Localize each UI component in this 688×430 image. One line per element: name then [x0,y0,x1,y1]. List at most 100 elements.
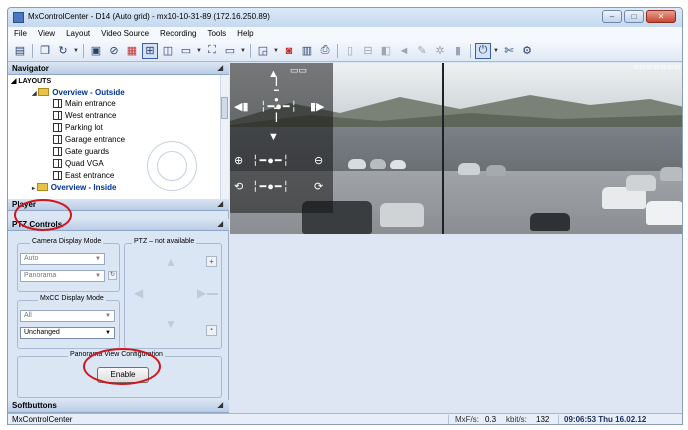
pan-down-icon[interactable]: ▼ [165,317,177,331]
settings-icon[interactable]: ⚙ [519,43,535,59]
layout-icon [53,99,62,108]
ptz-overlay: ▲ ▭▭ ◀▮ ╎━●━╎ ▮▶ ┃ ━ ● ━ ┃ ▼ ⊕ ╎━●━╎ ⊖ ⟲ ╎━●… [230,63,333,213]
pin-icon[interactable]: ◢ [218,199,223,211]
overlay-rotate-slider-icon[interactable]: ╎━●━╎ [252,180,290,193]
overlay-down-icon[interactable]: ▼ [268,131,279,143]
fullscreen-icon[interactable]: ⛶ [204,43,220,59]
pin-icon[interactable]: ◢ [218,63,223,75]
image-icon[interactable]: ▣ [88,43,104,59]
calendar-icon[interactable]: ▥ [299,43,315,59]
car-shape [660,167,682,181]
navigator-scrollbar[interactable] [220,75,229,199]
folder-icon [36,183,48,191]
layout-red-icon[interactable]: ▦ [124,43,140,59]
tree-group-inside[interactable]: ▸ Overview - Inside [32,182,117,193]
car-shape [348,159,366,169]
maximize-button[interactable]: □ [624,10,644,23]
refresh-icon[interactable]: ↻ [55,43,71,59]
status-bar: MxControlCenter MxF/s: 0.3 kbit/s: 132 0… [8,413,682,424]
overlay-tilt-slider-icon[interactable]: ┃ ━ ● ━ ┃ [274,77,279,122]
minimize-button[interactable]: – [602,10,622,23]
overlay-view-icon[interactable]: ▭▭ [290,65,307,76]
chevron-down-icon: ▼ [95,273,101,279]
tree-item-main-entrance[interactable]: Main entrance [53,98,116,109]
menu-view[interactable]: View [38,27,55,40]
tree-item-west-entrance[interactable]: West entrance [53,110,116,121]
wrench-icon[interactable]: ✄ [501,43,517,59]
camera-play-icon[interactable]: ◲ [255,43,271,59]
menu-tools[interactable]: Tools [207,27,226,40]
pin-icon[interactable]: ◢ [218,219,223,231]
car-shape [530,213,570,231]
monitor-icon[interactable]: ▭ [222,43,238,59]
tree-section-layouts[interactable]: ◢ LAYOUTS [11,76,51,87]
empty-view-area [230,234,682,413]
layout-icon [53,135,62,144]
tree-item-quad-vga[interactable]: Quad VGA [53,158,104,169]
scrollbar-thumb[interactable] [221,97,228,119]
menu-help[interactable]: Help [237,27,253,40]
car-shape [380,203,424,227]
pin-icon[interactable]: ◢ [218,400,223,412]
camera-display-mode-select[interactable]: Auto ▼ [20,253,105,265]
tree-item-garage-entrance[interactable]: Garage entrance [53,134,125,145]
overlay-zoom-out-icon[interactable]: ⊕ [234,154,243,167]
overlay-rotate-left-icon[interactable]: ⟲ [234,180,243,193]
overlay-zoom-slider-icon[interactable]: ╎━●━╎ [252,154,290,167]
mxcc-unchanged-select[interactable]: Unchanged ▼ [20,327,115,339]
zoom-slider-icon[interactable] [207,293,218,295]
copy-icon[interactable]: ❐ [37,43,53,59]
mode-refresh-icon[interactable]: ↻ [108,271,117,280]
table-icon[interactable]: ⊟ [360,43,376,59]
app-icon [13,12,24,23]
empty-icon[interactable]: ▯ [342,43,358,59]
recording-icon[interactable]: ◙ [281,43,297,59]
overlay-pan-left-icon[interactable]: ◀▮ [234,100,249,113]
menu-video-source[interactable]: Video Source [101,27,149,40]
camera-video-view[interactable]: ▲ ▭▭ ◀▮ ╎━●━╎ ▮▶ ┃ ━ ● ━ ┃ ▼ ⊕ ╎━●━╎ ⊖ ⟲ ╎━●… [230,63,682,234]
menu-recording[interactable]: Recording [160,27,196,40]
highlight-ring-ptz [14,199,72,231]
close-button[interactable]: ✕ [646,10,676,23]
panorama-mode-select[interactable]: Panorama ▼ [20,270,105,282]
zoom-out-button[interactable]: ▪ [206,325,217,336]
overlay-pan-right-icon[interactable]: ▮▶ [310,100,325,113]
overlay-rotate-right-icon[interactable]: ⟳ [314,180,323,193]
save-icon[interactable]: ▤ [12,43,28,59]
bulb-icon[interactable]: ▮ [450,43,466,59]
status-app-name: MxControlCenter [12,415,73,424]
mic-icon[interactable]: ✎ [414,43,430,59]
layout-icon [53,147,62,156]
print-icon[interactable]: ⎙ [317,43,333,59]
car-shape [370,159,386,169]
pan-up-icon[interactable]: ▲ [165,255,177,269]
tree-item-parking-lot[interactable]: Parking lot [53,122,103,133]
chevron-down-icon: ▼ [95,256,101,262]
overlay-zoom-in-icon[interactable]: ⊖ [314,154,323,167]
pan-left-icon[interactable]: ◀ [134,286,143,300]
power-icon[interactable]: ⏻ [475,42,491,59]
softbuttons-header[interactable]: Softbuttons ◢ [8,400,229,413]
video-timestamp: 2012-02-16 09:06:53 [633,65,680,71]
speaker-icon[interactable]: ◄ [396,43,412,59]
mxcc-display-mode-label: MxCC Display Mode [38,295,106,302]
window-icon[interactable]: ▭ [178,43,194,59]
split-icon[interactable]: ◧ [378,43,394,59]
link-icon[interactable]: ⊘ [106,43,122,59]
car-shape [626,175,656,191]
tree-group-outside[interactable]: ◢ Overview - Outside [32,87,125,98]
pan-right-icon[interactable]: ▶ [197,286,206,300]
navigator-header[interactable]: Navigator ◢ [8,63,229,75]
ptz-joystick-center[interactable] [157,151,187,181]
menu-layout[interactable]: Layout [66,27,90,40]
tree-item-east-entrance[interactable]: East entrance [53,170,114,181]
title-bar[interactable]: MxControlCenter - D14 (Auto grid) - mx10… [8,8,682,27]
light-icon[interactable]: ✲ [432,43,448,59]
tag-icon[interactable]: ◫ [160,43,176,59]
mxcc-display-select[interactable]: All ▼ [20,310,115,322]
tree-item-gate-guards[interactable]: Gate guards [53,146,109,157]
menu-file[interactable]: File [14,27,27,40]
zoom-in-button[interactable]: + [206,256,217,267]
overlay-pan-slider-icon[interactable]: ╎━●━╎ [260,100,298,113]
grid-icon[interactable]: ⊞ [142,42,158,59]
